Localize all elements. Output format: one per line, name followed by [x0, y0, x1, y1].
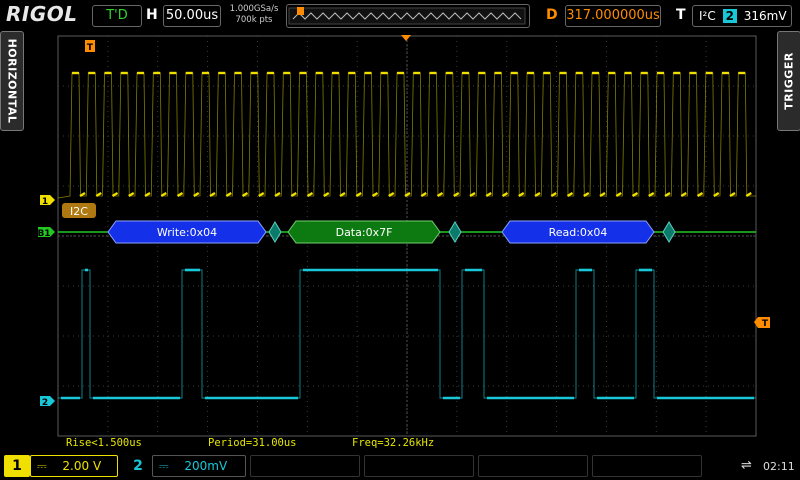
svg-text:T: T [87, 43, 94, 53]
trigger-position-marker [401, 35, 411, 41]
ch1-settings[interactable]: ⎓ 2.00 V [30, 455, 118, 477]
ack-marker [268, 221, 282, 243]
ch1-offset-marker[interactable]: 1 [40, 195, 55, 207]
svg-text:2: 2 [42, 398, 48, 408]
ch1-button[interactable]: 1 [4, 455, 30, 477]
decode-packet-label: Read:0x04 [549, 226, 608, 239]
waveform-display[interactable]: Write:0x04 Data:0x7F Read:0x04 T T 1 B1 2 … [0, 0, 800, 452]
decode-packet-label: Data:0x7F [336, 226, 393, 239]
freq-measurement: Freq=32.26kHz [352, 437, 435, 449]
svg-text:1: 1 [42, 197, 48, 207]
measurement-bar: Rise<1.500us Period=31.00us Freq=32.26kH… [0, 437, 800, 451]
ack-marker [448, 221, 462, 243]
ch3-slot[interactable] [250, 455, 360, 477]
ch2-offset-marker[interactable]: 2 [40, 396, 55, 408]
ch1-scale: 2.00 V [62, 459, 102, 473]
bus-type-label: I2C [62, 203, 96, 218]
svg-text:B1: B1 [37, 229, 50, 239]
rise-measurement: Rise<1.500us [66, 437, 142, 449]
svg-text:T: T [762, 319, 769, 329]
period-measurement: Period=31.00us [208, 437, 297, 449]
ch2-settings[interactable]: ⎓ 200mV [152, 455, 246, 477]
trigger-point-marker: T [85, 40, 95, 53]
ack-marker [662, 221, 676, 243]
ch1-coupling-icon: ⎓ [37, 459, 47, 473]
svg-text:I2C: I2C [70, 205, 88, 218]
ch2-scale: 200mV [184, 459, 228, 473]
ch2-button[interactable]: 2 [125, 455, 151, 477]
bus-decode: Write:0x04 Data:0x7F Read:0x04 [58, 220, 756, 244]
decode-packet-label: Write:0x04 [157, 226, 217, 239]
ref-slot[interactable] [592, 455, 702, 477]
usb-icon: ⇌ [741, 458, 752, 473]
math-slot[interactable] [478, 455, 588, 477]
ch4-slot[interactable] [364, 455, 474, 477]
ch2-coupling-icon: ⎓ [159, 459, 169, 473]
bus-marker[interactable]: B1 [37, 227, 55, 239]
clock: 02:11 [763, 460, 795, 473]
